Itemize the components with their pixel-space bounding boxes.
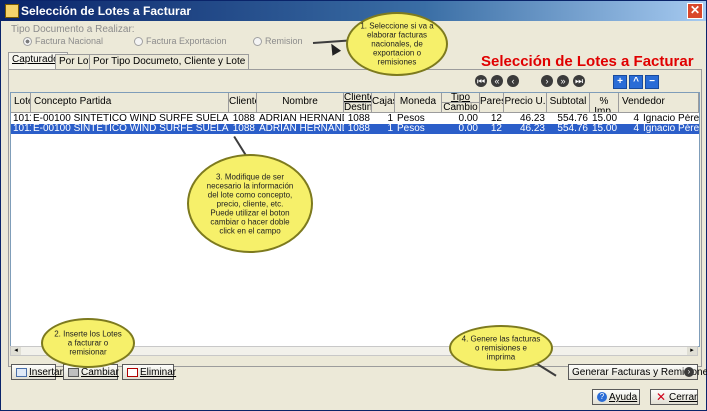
help-icon: ? (597, 392, 607, 403)
radio-label: Factura Exportacion (146, 36, 227, 46)
cell-subtotal: 554.76 (557, 114, 588, 124)
radio-label: Factura Nacional (35, 36, 104, 46)
page-heading: Selección de Lotes a Facturar (481, 53, 694, 70)
col-header-precio[interactable]: Precio U. (504, 93, 547, 113)
col-header-tipo-cambio-bottom[interactable]: Cambio (442, 103, 480, 113)
col-header-concepto[interactable]: Concepto Partida (31, 93, 229, 113)
cell-moneda: Pesos (397, 114, 425, 124)
radio-factura-exportacion[interactable]: Factura Exportacion (134, 36, 227, 47)
cell-subtotal: 554.76 (557, 124, 588, 134)
lotes-table[interactable]: Lote Concepto Partida Cliente Nombre Cli… (10, 92, 700, 347)
cell-nombre: ADRIAN HERNANDEZ H (259, 114, 344, 124)
cell-vendedor: Ignacio Pérez (643, 124, 699, 134)
cell-imp: 15.00 (592, 124, 618, 134)
help-button[interactable]: ? Ayuda (592, 389, 640, 405)
main-window: Selección de Lotes a Facturar ✕ Tipo Doc… (0, 0, 707, 411)
cell-cajas: 1 (387, 124, 393, 134)
arrow-right-icon: › (684, 367, 694, 377)
radio-label: Remision (265, 36, 303, 46)
cell-lote: 10112 (13, 124, 31, 134)
cell-cliente: 1088 (232, 124, 255, 134)
col-header-moneda[interactable]: Moneda (395, 93, 442, 113)
prev-icon[interactable]: ‹ (507, 75, 519, 87)
generate-invoices-button[interactable]: Generar Facturas y Remisiones › (568, 364, 707, 380)
delete-button[interactable]: Eliminar (122, 364, 176, 380)
cell-vendedor: Ignacio Pérez (643, 114, 699, 124)
remove-record-icon[interactable]: − (645, 75, 659, 89)
col-header-subtotal[interactable]: Subtotal (547, 93, 590, 113)
delete-icon (127, 367, 138, 377)
cell-destino: 1088 (347, 114, 370, 124)
callout-1: 1. Seleccione si va a elaborar facturas … (346, 12, 448, 76)
cell-vendedor-id: 4 (633, 114, 639, 124)
scroll-right-icon[interactable]: ▸ (687, 347, 697, 355)
scroll-left-icon[interactable]: ◂ (11, 347, 21, 355)
cell-tipo-cambio: 0.00 (458, 114, 478, 124)
table-row[interactable]: 10111 E-00100 SINTETICO WIND SURFE SUELA… (11, 114, 699, 124)
radio-indicator (134, 37, 143, 47)
cell-pares: 12 (490, 114, 502, 124)
radio-factura-nacional[interactable]: Factura Nacional (23, 36, 104, 47)
app-icon (5, 4, 19, 18)
cell-cliente: 1088 (232, 114, 255, 124)
title-bar[interactable]: Selección de Lotes a Facturar ✕ (1, 1, 706, 21)
cell-cajas: 1 (387, 114, 393, 124)
radio-remision[interactable]: Remision (253, 36, 303, 47)
cell-concepto: E-00100 SINTETICO WIND SURFE SUELA (33, 114, 229, 124)
col-header-lote[interactable]: Lote (11, 93, 31, 113)
close-button[interactable]: ✕ Cerrar (650, 389, 698, 405)
cell-destino: 1088 (347, 124, 370, 134)
cell-imp: 15.00 (592, 114, 618, 124)
cell-precio: 46.23 (519, 124, 545, 134)
col-header-tipo-cambio-top[interactable]: Tipo (442, 93, 480, 103)
col-header-imp[interactable]: % Imp. (590, 93, 619, 113)
up-record-icon[interactable]: ^ (629, 75, 643, 89)
close-icon: ✕ (655, 390, 667, 405)
next-icon[interactable]: › (541, 75, 553, 87)
cell-tipo-cambio: 0.00 (458, 124, 478, 134)
col-header-nombre[interactable]: Nombre (257, 93, 344, 113)
callout-4: 4. Genere las facturas o remisiones e im… (449, 325, 553, 371)
edit-icon (68, 367, 79, 377)
radio-indicator (23, 37, 32, 47)
cell-precio: 46.23 (519, 114, 545, 124)
col-header-pares[interactable]: Pares (480, 93, 504, 113)
col-header-cajas[interactable]: Cajas (372, 93, 395, 113)
col-header-cliente-destino-bottom[interactable]: Destino (344, 103, 372, 113)
callout-2: 2. Inserte los Lotes a facturar o remisi… (41, 318, 135, 368)
col-header-cliente-destino-top[interactable]: Cliente (344, 93, 372, 103)
last-icon[interactable]: ⏭ (573, 75, 585, 87)
radio-indicator (253, 37, 262, 47)
add-record-icon[interactable]: + (613, 75, 627, 89)
first-icon[interactable]: ⏮ (475, 75, 487, 87)
mouse-cursor-icon (326, 41, 342, 56)
cell-lote: 10111 (13, 114, 31, 124)
prev-page-icon[interactable]: « (491, 75, 503, 87)
callout-3: 3. Modifique de ser necesario la informa… (187, 154, 313, 253)
doc-type-label: Tipo Documento a Realizar: (11, 24, 135, 35)
cell-vendedor-id: 4 (633, 124, 639, 134)
table-row-selected[interactable]: 10112 E-00100 SINTETICO WIND SURFE SUELA… (11, 124, 699, 134)
cell-pares: 12 (490, 124, 502, 134)
window-title: Selección de Lotes a Facturar (21, 4, 192, 18)
insert-button[interactable]: Insertar (11, 364, 63, 380)
close-window-button[interactable]: ✕ (687, 3, 703, 19)
col-header-cliente[interactable]: Cliente (229, 93, 257, 113)
next-page-icon[interactable]: » (557, 75, 569, 87)
col-header-vendedor[interactable]: Vendedor (619, 93, 699, 113)
cell-nombre: ADRIAN HERNANDEZ H (259, 124, 344, 134)
cell-concepto: E-00100 SINTETICO WIND SURFE SUELA (33, 124, 229, 134)
cell-moneda: Pesos (397, 124, 425, 134)
insert-icon (16, 367, 27, 377)
